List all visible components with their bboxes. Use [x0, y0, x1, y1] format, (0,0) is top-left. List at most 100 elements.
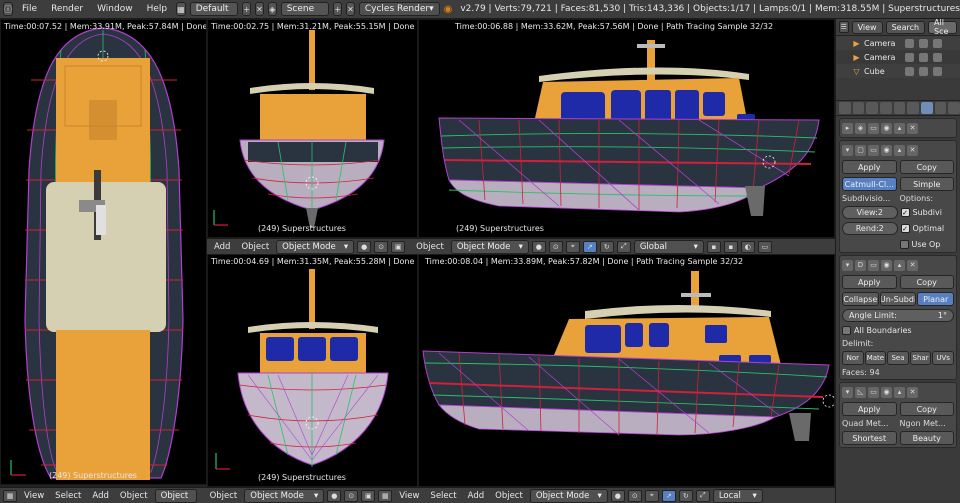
- layers-tab-icon[interactable]: [852, 102, 865, 114]
- close-icon[interactable]: ✕: [907, 144, 918, 156]
- outliner-display-mode[interactable]: All Sce: [928, 19, 957, 36]
- eye-icon[interactable]: ◉: [881, 122, 892, 134]
- mode-dropdown[interactable]: Object Mode ▾: [244, 488, 325, 503]
- menu-object[interactable]: Object: [237, 242, 273, 252]
- viewport-top-view[interactable]: Time:00:07.52 | Mem:33.91M, Peak:57.84M …: [0, 19, 207, 485]
- mode-dropdown[interactable]: Object Mode ▾: [450, 239, 529, 254]
- viewport-front-view[interactable]: Time:00:02.75 | Mem:31.21M, Peak:55.15M …: [207, 19, 418, 238]
- layers-icon[interactable]: ▣: [361, 489, 376, 502]
- layers-icon[interactable]: ▣: [391, 240, 406, 253]
- scene-icon[interactable]: ◈: [267, 2, 277, 16]
- add-layout-icon[interactable]: +: [242, 2, 252, 16]
- delimit-seam-button[interactable]: Sea: [887, 351, 909, 365]
- menu-add[interactable]: Add: [464, 491, 488, 501]
- unsubdivide-button[interactable]: Un-Subdi: [879, 292, 917, 306]
- scene-field[interactable]: Scene: [280, 2, 330, 16]
- visibility-icon[interactable]: [905, 66, 914, 76]
- use-opensubdiv-checkbox[interactable]: [899, 239, 909, 249]
- outliner-row[interactable]: ▽ Cube: [836, 64, 960, 78]
- render-levels-field[interactable]: Rend:2: [842, 222, 898, 235]
- render-icon[interactable]: [933, 38, 942, 48]
- viewport-perspective-view[interactable]: Time:00:08.04 | Mem:33.89M, Peak:57.82M …: [418, 254, 835, 487]
- select-icon[interactable]: [919, 66, 928, 76]
- ngon-method-dropdown[interactable]: Beauty: [899, 431, 954, 445]
- editor-type-icon[interactable]: ▦: [378, 489, 393, 502]
- close-icon[interactable]: ✕: [907, 122, 918, 134]
- menu-object[interactable]: Object: [200, 491, 242, 501]
- all-boundaries-checkbox[interactable]: [842, 325, 851, 335]
- close-icon[interactable]: ✕: [907, 386, 918, 398]
- select-icon[interactable]: [919, 38, 928, 48]
- view-levels-field[interactable]: View:2: [842, 206, 898, 219]
- visibility-icon[interactable]: [905, 38, 914, 48]
- apply-button[interactable]: Apply: [842, 275, 897, 289]
- collapse-arrow-icon[interactable]: ▾: [842, 144, 853, 156]
- outliner-row[interactable]: ▶ Camera: [836, 36, 960, 50]
- menu-add[interactable]: Add: [210, 242, 234, 252]
- screen-layout-field[interactable]: Default: [189, 2, 239, 16]
- menu-object[interactable]: Object: [408, 242, 448, 252]
- move-up-icon[interactable]: ▴: [894, 259, 905, 271]
- outliner-search-menu[interactable]: Search: [885, 20, 926, 34]
- render-icon[interactable]: [933, 52, 942, 62]
- apply-button[interactable]: Apply: [842, 160, 897, 174]
- outliner-row[interactable]: ▶ Camera: [836, 50, 960, 64]
- menu-view[interactable]: View: [20, 491, 48, 501]
- quad-method-dropdown[interactable]: Shortest: [842, 431, 897, 445]
- info-editor-icon[interactable]: ⓘ: [3, 2, 13, 16]
- remove-layout-icon[interactable]: ✕: [255, 2, 264, 16]
- angle-limit-field[interactable]: Angle Limit: 1°: [842, 309, 954, 322]
- render-preview-icon[interactable]: ◐: [740, 240, 755, 253]
- remove-scene-icon[interactable]: ✕: [346, 2, 355, 16]
- orientation-dropdown[interactable]: Global ▾: [633, 239, 704, 254]
- add-scene-icon[interactable]: +: [333, 2, 343, 16]
- delimit-material-button[interactable]: Mate: [864, 351, 887, 365]
- material-tab-icon[interactable]: [948, 102, 960, 114]
- mode-dropdown[interactable]: Object Mode ▾: [529, 488, 608, 503]
- eye-icon[interactable]: ◉: [881, 386, 892, 398]
- pivot-icon[interactable]: ⊙: [344, 489, 359, 502]
- menu-render[interactable]: Render: [46, 4, 88, 14]
- shading-icon[interactable]: ●: [610, 489, 625, 502]
- pivot-icon[interactable]: ⊙: [548, 240, 563, 253]
- shading-icon[interactable]: ●: [357, 240, 372, 253]
- planar-button[interactable]: Planar: [917, 292, 955, 306]
- collapse-arrow-icon[interactable]: ▾: [842, 259, 853, 271]
- mode-dropdown[interactable]: Object Mode ▾: [276, 239, 355, 254]
- camera-icon[interactable]: ▭: [868, 144, 879, 156]
- camera-view-icon[interactable]: ▭: [757, 240, 772, 253]
- eye-icon[interactable]: ◉: [881, 259, 892, 271]
- menu-select[interactable]: Select: [426, 491, 460, 501]
- snap-icon[interactable]: ⌖: [644, 489, 659, 502]
- menu-help[interactable]: Help: [142, 4, 173, 14]
- menu-view[interactable]: View: [395, 491, 423, 501]
- menu-object[interactable]: Object: [116, 491, 152, 501]
- apply-button[interactable]: Apply: [842, 402, 897, 416]
- collapse-button[interactable]: Collapse: [842, 292, 879, 306]
- translate-icon[interactable]: ↗: [661, 489, 676, 502]
- select-icon[interactable]: [919, 52, 928, 62]
- menu-object[interactable]: Object: [491, 491, 527, 501]
- scale-icon[interactable]: ⤢: [695, 489, 710, 502]
- subdivide-uvs-checkbox[interactable]: ✓: [900, 208, 910, 217]
- rotate-icon[interactable]: ↻: [678, 489, 693, 502]
- eye-icon[interactable]: ◉: [881, 144, 892, 156]
- move-up-icon[interactable]: ▴: [894, 144, 905, 156]
- scale-icon[interactable]: ⤢: [616, 240, 631, 253]
- shading-icon[interactable]: ●: [531, 240, 546, 253]
- mode-dropdown[interactable]: Object Mode: [154, 488, 197, 503]
- move-up-icon[interactable]: ▴: [894, 122, 905, 134]
- constraints-tab-icon[interactable]: [907, 102, 920, 114]
- outliner-view-menu[interactable]: View: [851, 20, 883, 34]
- pivot-icon[interactable]: ⊙: [627, 489, 642, 502]
- orientation-dropdown[interactable]: Local ▾: [712, 488, 763, 503]
- layer-icon[interactable]: ▪: [706, 240, 721, 253]
- viewport-side-view[interactable]: Time:00:06.88 | Mem:33.62M, Peak:57.56M …: [418, 19, 835, 238]
- world-tab-icon[interactable]: [880, 102, 892, 114]
- scene-tab-icon[interactable]: [866, 102, 879, 114]
- copy-button[interactable]: Copy: [899, 402, 954, 416]
- editor-type-icon[interactable]: ▦: [3, 489, 17, 502]
- collapse-arrow-icon[interactable]: ▾: [842, 386, 853, 398]
- move-up-icon[interactable]: ▴: [894, 386, 905, 398]
- translate-icon[interactable]: ↗: [582, 240, 597, 253]
